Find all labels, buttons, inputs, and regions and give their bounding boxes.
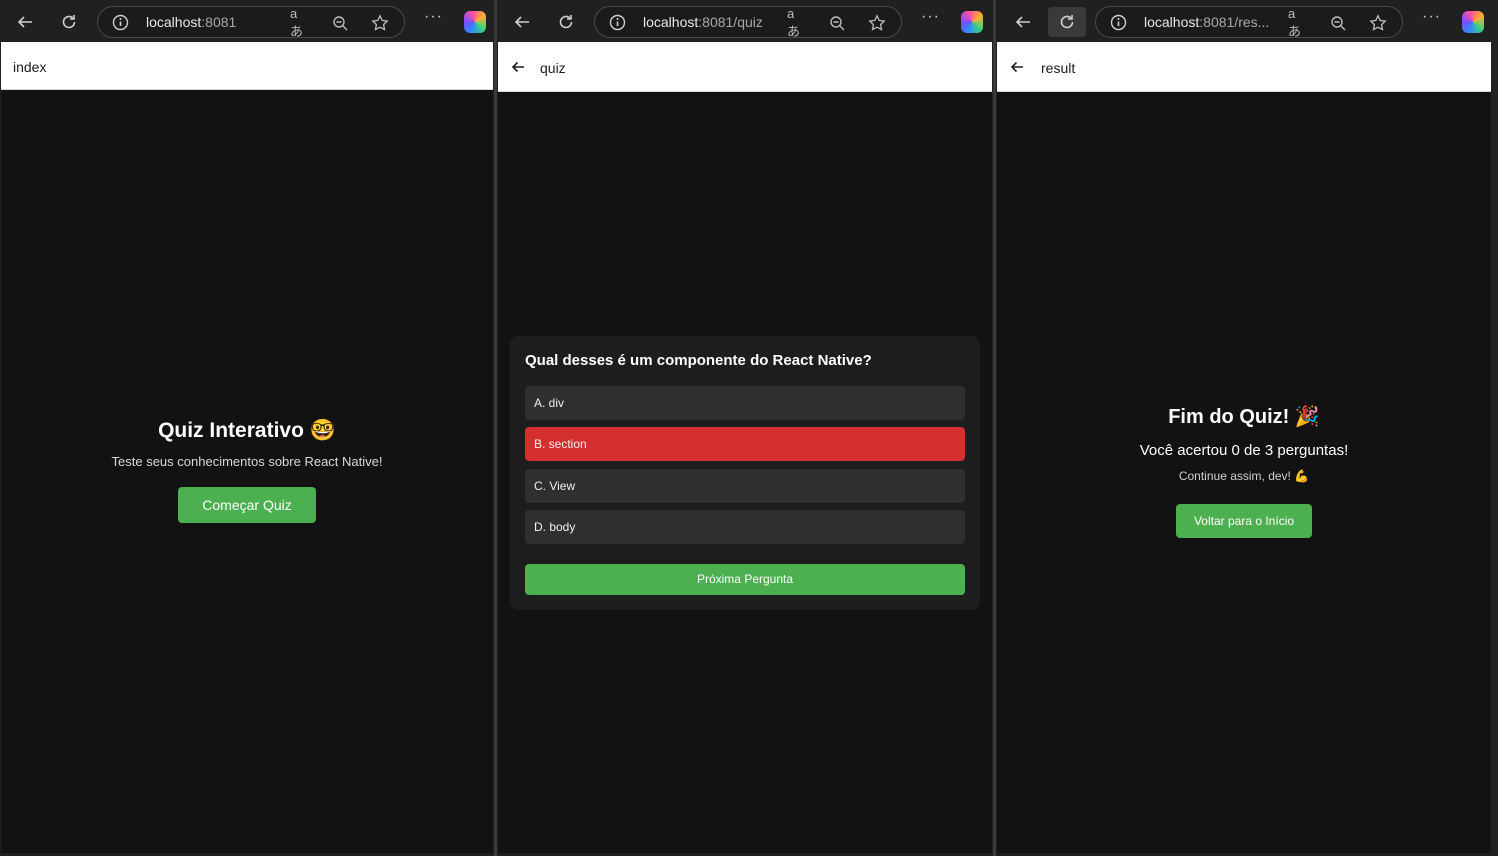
favorite-star-icon[interactable]	[1368, 13, 1388, 33]
zoom-out-icon[interactable]	[1328, 13, 1348, 33]
encouragement-text: Continue assim, dev! 💪	[1178, 469, 1310, 483]
zoom-out-icon[interactable]	[827, 13, 847, 33]
app-header: index	[1, 42, 493, 90]
refresh-icon[interactable]	[54, 8, 84, 36]
app-viewport: result Fim do Quiz! 🎉 Você acertou 0 de …	[997, 42, 1491, 853]
back-icon[interactable]	[507, 8, 537, 36]
more-options-icon[interactable]: ···	[424, 8, 443, 26]
app-header: quiz	[498, 42, 992, 92]
copilot-icon[interactable]	[464, 11, 486, 33]
header-back-icon[interactable]	[510, 59, 526, 80]
question-card: Qual desses é um componente do React Nat…	[510, 336, 980, 610]
read-aloud-icon[interactable]: aあ	[787, 6, 807, 39]
browser-window-quiz: localhost:8081/quiz aあ ··· quiz Qual des…	[497, 0, 993, 856]
site-info-icon[interactable]	[609, 14, 626, 36]
favorite-star-icon[interactable]	[370, 13, 390, 33]
nerd-emoji-icon: 🤓	[309, 419, 336, 442]
app-viewport: quiz Qual desses é um componente do Reac…	[498, 42, 992, 853]
url-text: localhost:8081/quiz	[643, 14, 763, 30]
back-icon[interactable]	[1008, 8, 1038, 36]
app-viewport: index Quiz Interativo 🤓 Teste seus conhe…	[1, 42, 493, 853]
option-c[interactable]: C. View	[525, 469, 965, 503]
party-popper-icon: 🎉	[1294, 406, 1320, 428]
site-info-icon[interactable]	[1110, 14, 1127, 36]
score-text: Você acertou 0 de 3 perguntas!	[1139, 442, 1349, 459]
header-title: quiz	[540, 60, 566, 76]
back-to-home-button[interactable]: Voltar para o Início	[1175, 504, 1313, 538]
zoom-out-icon[interactable]	[330, 13, 350, 33]
quiz-title: Quiz Interativo 🤓	[1, 419, 493, 443]
quiz-title-text: Quiz Interativo	[158, 419, 304, 442]
back-icon[interactable]	[10, 8, 40, 36]
copilot-icon[interactable]	[1462, 11, 1484, 33]
url-text: localhost:8081	[146, 14, 237, 30]
result-content: Fim do Quiz! 🎉 Você acertou 0 de 3 pergu…	[997, 404, 1491, 538]
address-bar[interactable]: localhost:8081/res... aあ	[1095, 6, 1403, 39]
quiz-subtitle: Teste seus conhecimentos sobre React Nat…	[111, 454, 383, 469]
browser-window-result: localhost:8081/res... aあ ··· result Fim …	[996, 0, 1498, 856]
option-d[interactable]: D. body	[525, 510, 965, 544]
more-options-icon[interactable]: ···	[921, 8, 940, 26]
app-header: result	[997, 42, 1491, 92]
header-title: index	[13, 59, 47, 75]
read-aloud-icon[interactable]: aあ	[1288, 6, 1308, 39]
more-options-icon[interactable]: ···	[1422, 8, 1441, 26]
read-aloud-icon[interactable]: aあ	[290, 6, 310, 39]
site-info-icon[interactable]	[112, 14, 129, 36]
header-back-icon[interactable]	[1009, 59, 1025, 80]
result-title-text: Fim do Quiz!	[1168, 406, 1290, 428]
browser-toolbar: localhost:8081/quiz aあ ···	[497, 0, 993, 44]
browser-window-index: localhost:8081 aあ ··· index Quiz Interat…	[0, 0, 494, 856]
favorite-star-icon[interactable]	[867, 13, 887, 33]
browser-toolbar: localhost:8081 aあ ···	[0, 0, 494, 44]
copilot-icon[interactable]	[961, 11, 983, 33]
refresh-icon[interactable]	[1048, 7, 1086, 37]
next-question-button[interactable]: Próxima Pergunta	[525, 564, 965, 595]
home-content: Quiz Interativo 🤓 Teste seus conheciment…	[1, 419, 493, 523]
url-text: localhost:8081/res...	[1144, 14, 1270, 30]
start-quiz-button[interactable]: Começar Quiz	[178, 487, 316, 523]
browser-toolbar: localhost:8081/res... aあ ···	[996, 0, 1498, 44]
address-bar[interactable]: localhost:8081/quiz aあ	[594, 6, 902, 39]
question-text: Qual desses é um componente do React Nat…	[525, 352, 872, 369]
option-b-selected[interactable]: B. section	[525, 427, 965, 461]
option-a[interactable]: A. div	[525, 386, 965, 420]
result-title: Fim do Quiz! 🎉	[997, 404, 1491, 429]
address-bar[interactable]: localhost:8081 aあ	[97, 6, 405, 39]
header-title: result	[1041, 60, 1076, 76]
refresh-icon[interactable]	[551, 8, 581, 36]
